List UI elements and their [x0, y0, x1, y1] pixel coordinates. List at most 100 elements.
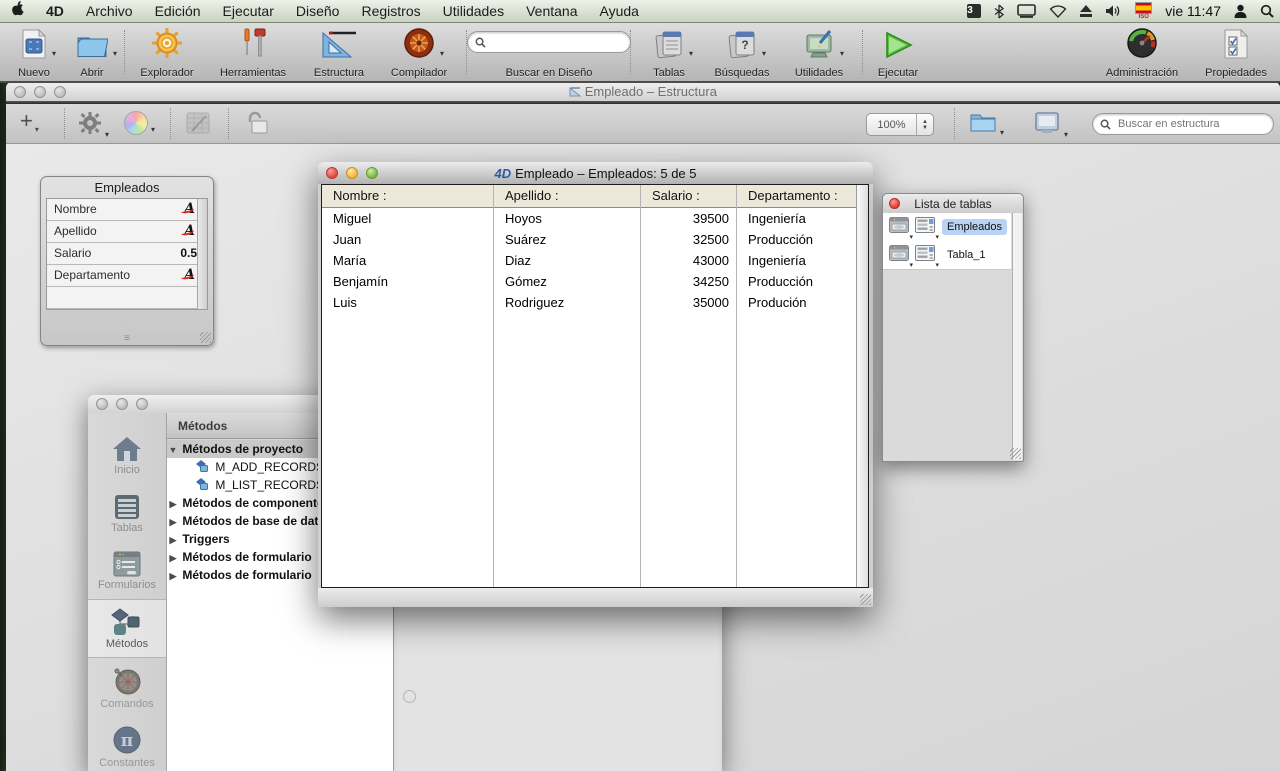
- add-table-button[interactable]: +▾: [20, 108, 39, 134]
- window-resize-grip[interactable]: [860, 594, 871, 605]
- form-grid-button[interactable]: [186, 111, 210, 140]
- sidebar-item-metodos[interactable]: Métodos: [88, 599, 166, 658]
- eject-icon[interactable]: [1080, 5, 1092, 17]
- cell[interactable]: Hoyos: [494, 208, 640, 229]
- cell[interactable]: Ingeniería: [737, 250, 856, 271]
- column-nombre[interactable]: Nombre : Miguel Juan María Benjamín Luis: [322, 185, 494, 587]
- menu-diseno[interactable]: Diseño: [285, 0, 351, 22]
- design-search-field[interactable]: [467, 31, 631, 53]
- disclosure-open-icon[interactable]: ▼: [167, 441, 179, 459]
- zoom-level-control[interactable]: 100% ▲▼: [866, 113, 934, 136]
- administration-button[interactable]: Administración: [1096, 25, 1188, 79]
- cell[interactable]: Diaz: [494, 250, 640, 271]
- zoom-button-inactive[interactable]: [136, 398, 148, 410]
- compiler-button[interactable]: ▾ Compilador: [380, 25, 458, 79]
- sidebar-item-tablas[interactable]: Tablas: [88, 485, 166, 542]
- cell[interactable]: 39500: [641, 208, 736, 229]
- palette-resize-grip[interactable]: [1010, 448, 1021, 459]
- close-button-inactive[interactable]: [96, 398, 108, 410]
- fields-scrollbar[interactable]: [197, 199, 207, 309]
- explorer-button[interactable]: Explorador: [130, 25, 204, 79]
- new-button[interactable]: ▾ Nuevo: [8, 25, 60, 79]
- field-row[interactable]: Salario0.5: [47, 243, 207, 265]
- table-box-title[interactable]: Empleados: [41, 177, 213, 198]
- field-row[interactable]: NombreA: [47, 199, 207, 221]
- cell[interactable]: Producción: [737, 229, 856, 250]
- structure-search-field[interactable]: [1092, 113, 1274, 135]
- wifi-icon[interactable]: [1049, 5, 1067, 18]
- column-departamento[interactable]: Departamento : Ingeniería Producción Ing…: [737, 185, 856, 587]
- sidebar-item-formularios[interactable]: Formularios: [88, 542, 166, 599]
- folders-button[interactable]: ▾: [970, 111, 996, 138]
- gear-menu-button[interactable]: ▾: [78, 111, 102, 140]
- design-search-input[interactable]: [491, 35, 623, 49]
- properties-button[interactable]: Propiedades: [1198, 25, 1274, 79]
- menu-4d[interactable]: 4D: [35, 0, 75, 22]
- table-name[interactable]: Tabla_1: [942, 247, 991, 263]
- volume-icon[interactable]: [1105, 4, 1122, 18]
- utilities-button[interactable]: ▾ Utilidades: [784, 25, 854, 79]
- cell[interactable]: Gómez: [494, 271, 640, 292]
- menu-edicion[interactable]: Edición: [144, 0, 212, 22]
- input-form-icon[interactable]: ▾: [889, 217, 909, 238]
- output-form-icon[interactable]: ▾: [915, 245, 935, 266]
- cell[interactable]: Producción: [737, 271, 856, 292]
- cell[interactable]: Benjamín: [322, 271, 493, 292]
- user-account-icon[interactable]: [1234, 4, 1247, 18]
- menu-ventana[interactable]: Ventana: [515, 0, 588, 22]
- structure-search-input[interactable]: [1116, 117, 1266, 131]
- zoom-stepper[interactable]: ▲▼: [916, 114, 933, 135]
- column-header[interactable]: Salario :: [641, 185, 736, 208]
- minimize-button-inactive[interactable]: [116, 398, 128, 410]
- menu-registros[interactable]: Registros: [350, 0, 431, 22]
- menu-clock[interactable]: vie 11:47: [1165, 3, 1221, 19]
- color-menu-button[interactable]: ▾: [124, 111, 148, 135]
- disclosure-closed-icon[interactable]: ▶: [167, 531, 179, 549]
- records-titlebar[interactable]: 4DEmpleado – Empleados: 5 de 5: [318, 162, 873, 184]
- cell[interactable]: María: [322, 250, 493, 271]
- palette-scrollbar[interactable]: [1012, 213, 1022, 460]
- cell[interactable]: Luis: [322, 292, 493, 313]
- menu-ayuda[interactable]: Ayuda: [588, 0, 649, 22]
- table-structure-box[interactable]: Empleados NombreA ApellidoA Salario0.5 D…: [40, 176, 214, 346]
- cell[interactable]: 43000: [641, 250, 736, 271]
- table-list-item[interactable]: ▾ ▾ Tabla_1: [883, 241, 1011, 270]
- spotlight-search-icon[interactable]: [1260, 4, 1274, 18]
- structure-titlebar[interactable]: Empleado – Estructura: [6, 82, 1280, 101]
- table-name-selected[interactable]: Empleados: [942, 219, 1007, 235]
- keyboard-layout-flag-icon[interactable]: ISO: [1135, 2, 1152, 20]
- cell[interactable]: 35000: [641, 292, 736, 313]
- tables-button[interactable]: ▾ Tablas: [638, 25, 700, 79]
- disclosure-closed-icon[interactable]: ▶: [167, 549, 179, 567]
- palette-titlebar[interactable]: Lista de tablas: [883, 194, 1023, 213]
- bluetooth-icon[interactable]: [994, 4, 1004, 19]
- structure-button[interactable]: Estructura: [302, 25, 376, 79]
- field-row[interactable]: DepartamentoA: [47, 265, 207, 287]
- menu-ejecutar[interactable]: Ejecutar: [212, 0, 285, 22]
- cell[interactable]: Produción: [737, 292, 856, 313]
- apple-menu[interactable]: [0, 0, 35, 22]
- field-row[interactable]: ApellidoA: [47, 221, 207, 243]
- cell[interactable]: 32500: [641, 229, 736, 250]
- table-list-item[interactable]: ▾ ▾ Empleados: [883, 213, 1011, 242]
- cell[interactable]: Rodriguez: [494, 292, 640, 313]
- table-box-handle[interactable]: ≡: [41, 332, 213, 345]
- disclosure-closed-icon[interactable]: ▶: [167, 567, 179, 585]
- tools-button[interactable]: Herramientas: [210, 25, 296, 79]
- column-header[interactable]: Nombre :: [322, 185, 493, 208]
- sidebar-item-constantes[interactable]: π Constantes: [88, 718, 166, 771]
- open-button[interactable]: ▾ Abrir: [64, 25, 120, 79]
- display-status-icon[interactable]: [1017, 4, 1036, 18]
- cell[interactable]: Ingeniería: [737, 208, 856, 229]
- disclosure-closed-icon[interactable]: ▶: [167, 513, 179, 531]
- column-header[interactable]: Departamento :: [737, 185, 856, 208]
- display-mode-button[interactable]: ▾: [1034, 111, 1060, 140]
- vertical-scrollbar[interactable]: [856, 185, 868, 587]
- cell[interactable]: Suárez: [494, 229, 640, 250]
- table-box-resize-grip[interactable]: [200, 332, 211, 343]
- menu-utilidades[interactable]: Utilidades: [432, 0, 515, 22]
- input-form-icon[interactable]: ▾: [889, 245, 909, 266]
- column-apellido[interactable]: Apellido : Hoyos Suárez Diaz Gómez Rodri…: [494, 185, 641, 587]
- cell[interactable]: Juan: [322, 229, 493, 250]
- queries-button[interactable]: ? ▾ Búsquedas: [706, 25, 778, 79]
